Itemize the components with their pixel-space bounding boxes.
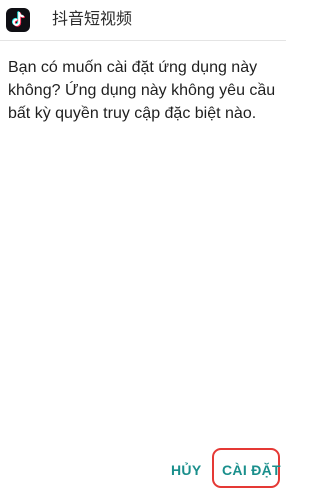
dialog-actions: HỦY CÀI ĐẶT	[0, 440, 286, 496]
install-prompt-message: Bạn có muốn cài đặt ứng dụng này không? …	[8, 59, 276, 122]
cancel-button[interactable]: HỦY	[171, 462, 201, 478]
app-name: 抖音短视频	[52, 11, 133, 28]
title-bar: 抖音短视频	[0, 0, 286, 40]
header-divider	[0, 40, 286, 41]
install-button[interactable]: CÀI ĐẶT	[222, 462, 281, 478]
tiktok-icon	[6, 8, 30, 32]
